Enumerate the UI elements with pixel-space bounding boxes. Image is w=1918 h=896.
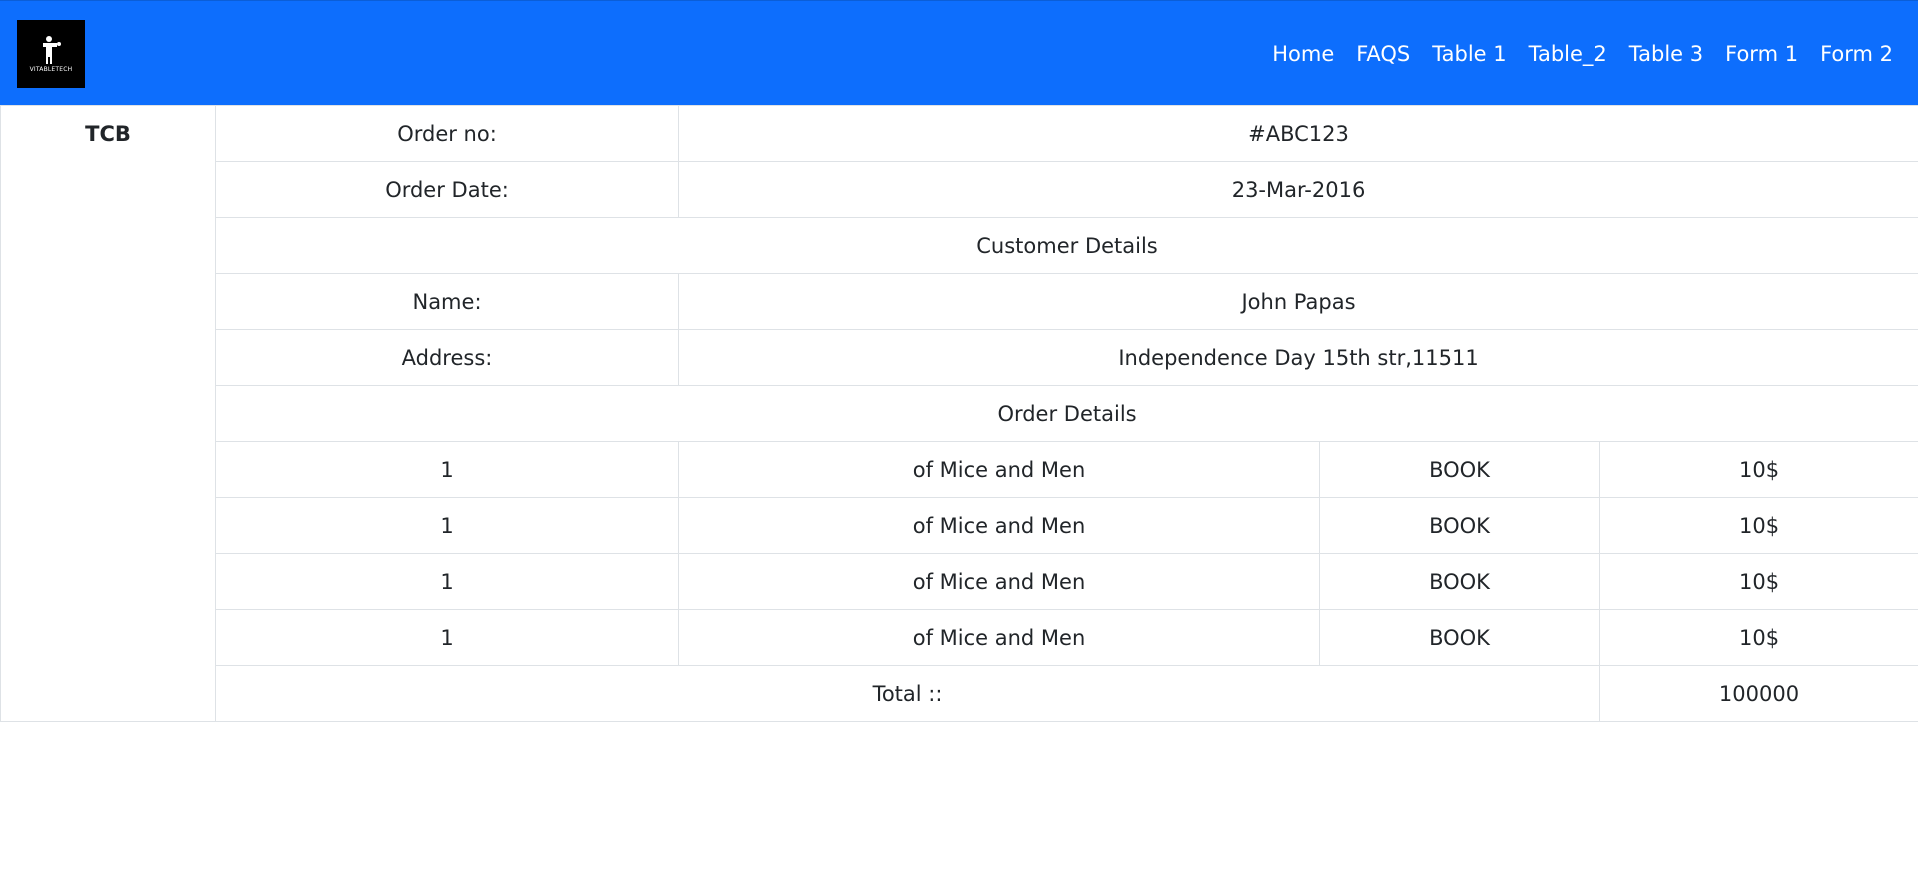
item-type: BOOK xyxy=(1319,497,1600,554)
customer-name-row: Name: John Papas xyxy=(1,273,1918,330)
brand-logo[interactable]: VITABLETECH xyxy=(17,20,85,88)
nav-link-table-3[interactable]: Table 3 xyxy=(1629,42,1703,66)
customer-details-row: Customer Details xyxy=(1,217,1918,274)
order-date-row: Order Date: 23-Mar-2016 xyxy=(1,161,1918,218)
order-no-label: Order no: xyxy=(215,105,679,162)
item-qty: 1 xyxy=(215,497,679,554)
order-details-heading: Order Details xyxy=(214,385,1918,442)
item-price: 10$ xyxy=(1598,609,1918,666)
navbar: VITABLETECH Home FAQS Table 1 Table_2 Ta… xyxy=(0,0,1918,105)
total-label: Total :: xyxy=(215,665,1600,722)
nav-link-table-1[interactable]: Table 1 xyxy=(1432,42,1506,66)
item-qty: 1 xyxy=(215,441,679,498)
item-qty: 1 xyxy=(215,609,679,666)
item-title: of Mice and Men xyxy=(678,553,1320,610)
order-no-value: #ABC123 xyxy=(677,105,1918,162)
order-date-value: 23-Mar-2016 xyxy=(677,161,1918,218)
order-item-row: 1 of Mice and Men BOOK 10$ xyxy=(1,609,1918,666)
nav-link-table-2[interactable]: Table_2 xyxy=(1529,42,1607,66)
nav-link-home[interactable]: Home xyxy=(1272,42,1334,66)
item-type: BOOK xyxy=(1319,553,1600,610)
logo-mark-icon xyxy=(43,36,61,64)
item-title: of Mice and Men xyxy=(678,609,1320,666)
order-date-label: Order Date: xyxy=(215,161,679,218)
order-item-row: 1 of Mice and Men BOOK 10$ xyxy=(1,441,1918,498)
total-value: 100000 xyxy=(1598,665,1918,722)
customer-address-row: Address: Independence Day 15th str,11511 xyxy=(1,329,1918,386)
logo-text: VITABLETECH xyxy=(29,66,73,73)
address-value: Independence Day 15th str,11511 xyxy=(677,329,1918,386)
item-type: BOOK xyxy=(1319,441,1600,498)
order-details-row: Order Details xyxy=(1,385,1918,442)
item-price: 10$ xyxy=(1598,553,1918,610)
nav-menu: Home FAQS Table 1 Table_2 Table 3 Form 1… xyxy=(1272,1,1893,106)
order-no-row: TCB Order no: #ABC123 xyxy=(0,105,1918,722)
nav-link-form-2[interactable]: Form 2 xyxy=(1820,42,1893,66)
total-row: Total :: 100000 xyxy=(1,665,1918,722)
name-label: Name: xyxy=(215,273,679,330)
item-qty: 1 xyxy=(215,553,679,610)
nav-link-faqs[interactable]: FAQS xyxy=(1356,42,1410,66)
order-item-row: 1 of Mice and Men BOOK 10$ xyxy=(1,553,1918,610)
item-price: 10$ xyxy=(1598,441,1918,498)
address-label: Address: xyxy=(215,329,679,386)
item-title: of Mice and Men xyxy=(678,441,1320,498)
item-type: BOOK xyxy=(1319,609,1600,666)
order-item-row: 1 of Mice and Men BOOK 10$ xyxy=(1,497,1918,554)
item-price: 10$ xyxy=(1598,497,1918,554)
customer-details-heading: Customer Details xyxy=(214,217,1918,274)
name-value: John Papas xyxy=(677,273,1918,330)
nav-link-form-1[interactable]: Form 1 xyxy=(1725,42,1798,66)
invoice-table: TCB Order no: #ABC123 Order Date: 23-Mar… xyxy=(0,105,1918,722)
brand-name: TCB xyxy=(0,105,216,722)
item-title: of Mice and Men xyxy=(678,497,1320,554)
